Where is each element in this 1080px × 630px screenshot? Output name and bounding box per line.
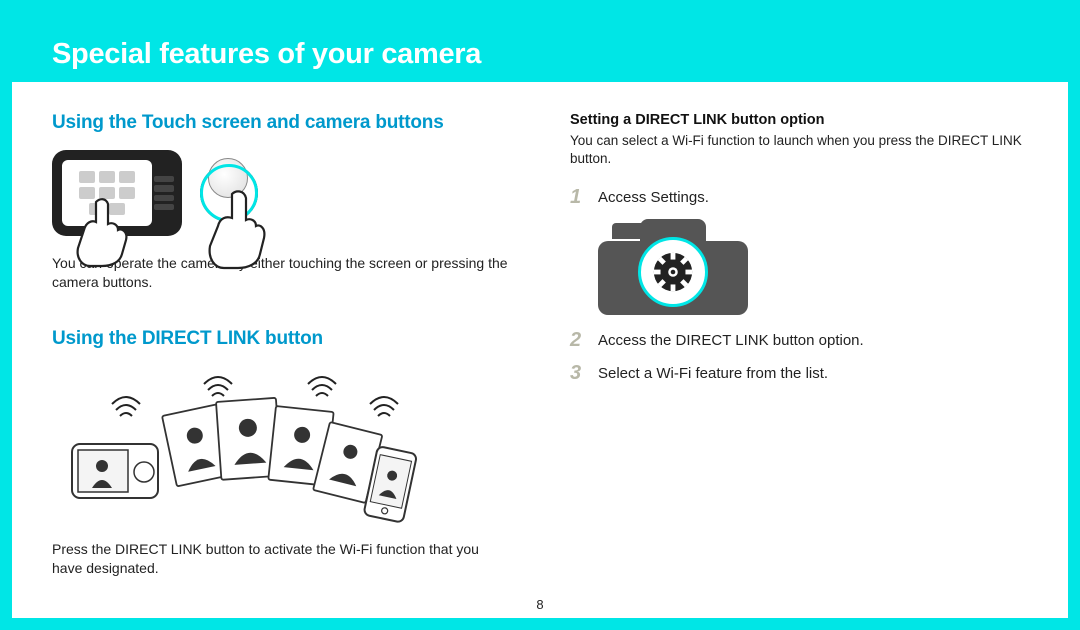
press-finger-icon [204,188,270,270]
step-3: 3 Select a Wi-Fi feature from the list. [570,362,1028,385]
step-number: 3 [570,362,588,385]
page-number: 8 [536,597,543,612]
right-column: Setting a DIRECT LINK button option You … [570,112,1028,598]
camera-touchscreen-icon [52,150,182,236]
camera-button-press-icon [200,150,280,236]
document-page: Special features of your camera Using th… [12,12,1068,618]
camera-settings-illustration [598,219,1028,315]
step-number: 2 [570,329,588,352]
step-number: 1 [570,186,588,209]
wifi-sharing-icon [52,366,432,526]
subsection-description: You can select a Wi-Fi function to launc… [570,132,1028,168]
step-2: 2 Access the DIRECT LINK button option. [570,329,1028,352]
section-heading-touchscreen: Using the Touch screen and camera button… [52,112,510,134]
touch-finger-icon [72,194,132,268]
section-heading-directlink: Using the DIRECT LINK button [52,328,510,350]
subsection-heading: Setting a DIRECT LINK button option [570,112,1028,128]
step-1: 1 Access Settings. [570,186,1028,209]
step-text: Select a Wi-Fi feature from the list. [598,362,828,382]
camera-settings-icon [598,219,748,315]
camera-grip-icon [154,176,174,210]
left-column: Using the Touch screen and camera button… [52,112,510,598]
gear-highlight-ring-icon [638,237,708,307]
step-text: Access Settings. [598,186,709,206]
step-text: Access the DIRECT LINK button option. [598,329,864,349]
gear-icon [650,249,696,295]
content-area: Using the Touch screen and camera button… [52,112,1028,598]
page-title: Special features of your camera [52,38,481,71]
section-direct-link: Using the DIRECT LINK button [52,328,510,578]
direct-link-wifi-illustration [52,366,432,526]
directlink-description: Press the DIRECT LINK button to activate… [52,540,510,578]
touchscreen-illustration-group [52,150,510,236]
